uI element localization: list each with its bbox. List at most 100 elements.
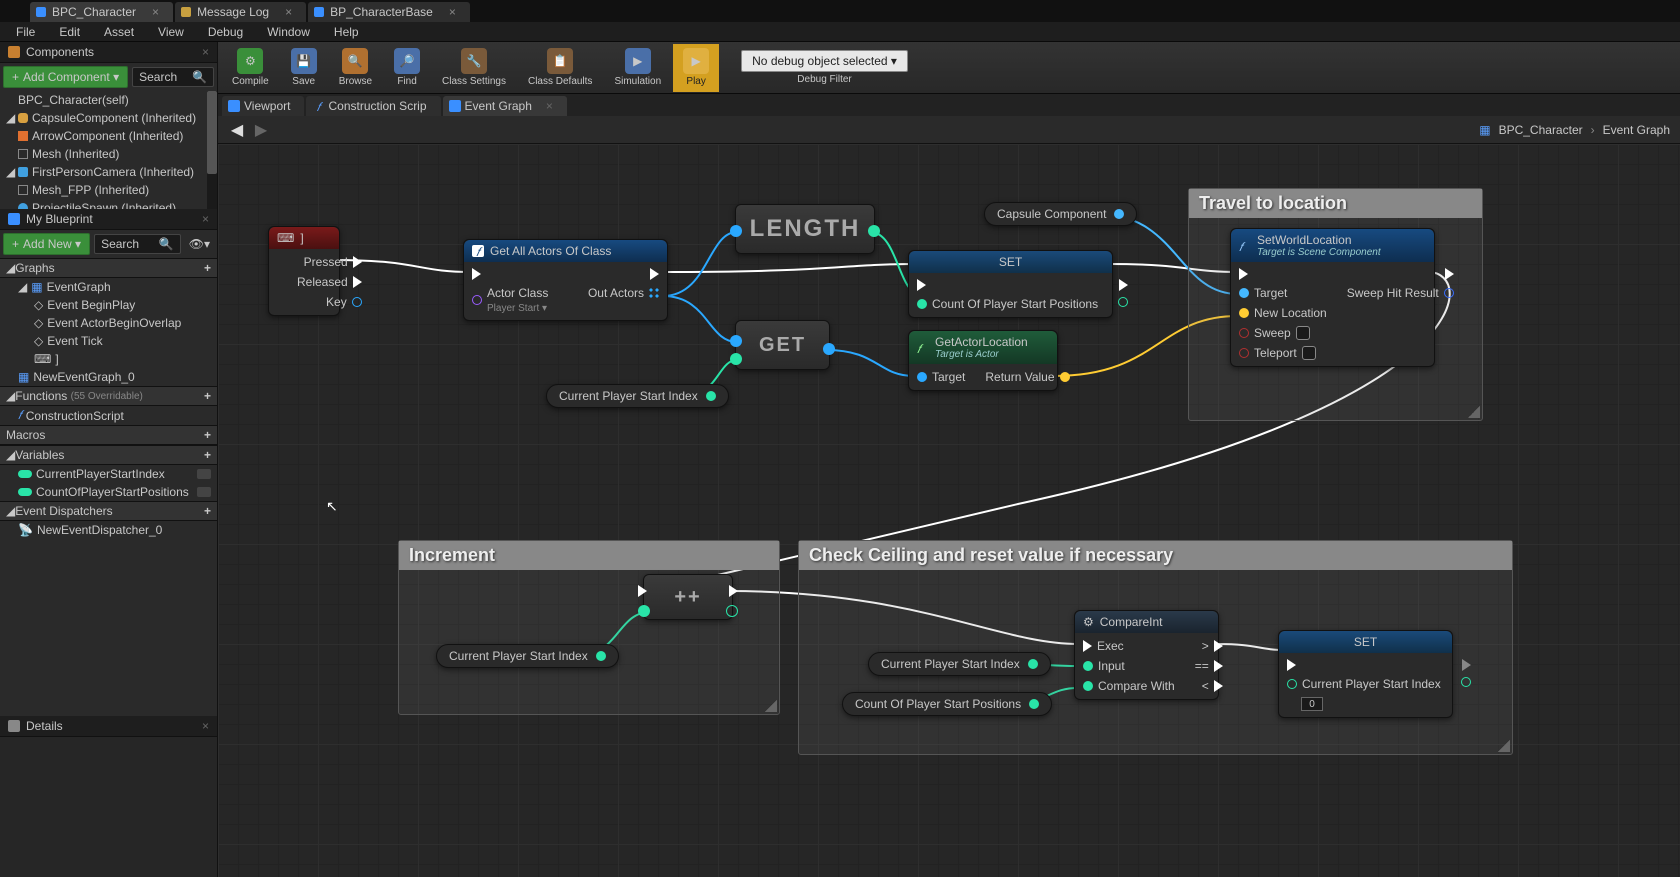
node-var-count-positions[interactable]: Count Of Player Start Positions (842, 692, 1052, 716)
find-button[interactable]: 🔎Find (384, 44, 430, 92)
var-count-positions[interactable]: CountOfPlayerStartPositions (0, 483, 217, 501)
pin-int-in[interactable] (638, 605, 650, 617)
menu-debug[interactable]: Debug (198, 23, 253, 41)
browse-button[interactable]: 🔍Browse (329, 44, 382, 92)
class-settings-button[interactable]: 🔧Class Settings (432, 44, 516, 92)
blueprint-search[interactable]: Search 🔍 (94, 234, 181, 254)
pin-value-in[interactable]: Count Of Player Start Positions (917, 297, 1098, 311)
components-search[interactable]: Search 🔍 (132, 67, 214, 87)
tab-bp-characterbase[interactable]: BP_CharacterBase × (308, 2, 470, 22)
pin-item-out[interactable] (823, 343, 835, 355)
compile-button[interactable]: ⚙Compile (222, 44, 279, 92)
pin-exec-out[interactable] (729, 585, 738, 597)
section-graphs[interactable]: ◢Graphs+ (0, 258, 217, 278)
dispatcher-new0[interactable]: 📡NewEventDispatcher_0 (0, 521, 217, 539)
menu-asset[interactable]: Asset (94, 23, 144, 41)
nav-forward[interactable]: ▶ (252, 121, 270, 139)
pin-exec-in[interactable]: Exec (1083, 639, 1175, 653)
node-header[interactable]: ⚙CompareInt (1075, 611, 1218, 633)
component-capsule[interactable]: ◢CapsuleComponent (Inherited) (0, 109, 217, 127)
pin-return[interactable]: Return Value (985, 370, 1069, 384)
pin-out[interactable] (706, 391, 716, 401)
tab-event-graph[interactable]: Event Graph× (443, 96, 567, 116)
class-defaults-button[interactable]: 📋Class Defaults (518, 44, 602, 92)
node-increment[interactable]: ++ (643, 574, 733, 620)
pin-int-out[interactable] (868, 225, 880, 237)
tree-scrollbar[interactable] (207, 91, 217, 209)
graph-new0[interactable]: ▦NewEventGraph_0 (0, 368, 217, 386)
close-icon[interactable]: × (546, 99, 553, 113)
visibility-toggle[interactable] (197, 469, 211, 479)
debug-object-select[interactable]: No debug object selected ▾ (741, 50, 908, 72)
pin-exec-out[interactable] (588, 268, 659, 280)
tab-viewport[interactable]: Viewport (222, 96, 304, 116)
save-button[interactable]: 💾Save (281, 44, 327, 92)
pin-key[interactable]: Key (297, 295, 362, 309)
comment-title[interactable]: Increment (399, 541, 779, 570)
pin-int-out[interactable] (726, 605, 738, 617)
graph-eventgraph[interactable]: ◢▦EventGraph (0, 278, 217, 296)
component-projectile[interactable]: ProjectileSpawn (Inherited) (0, 199, 217, 209)
breadcrumb-leaf[interactable]: Event Graph (1603, 123, 1670, 137)
close-icon[interactable]: × (449, 5, 456, 19)
menu-view[interactable]: View (148, 23, 194, 41)
graph-canvas[interactable]: Travel to location Increment Check Ceili… (218, 144, 1680, 877)
resize-handle[interactable] (1498, 740, 1510, 752)
view-options-icon[interactable]: 👁▾ (185, 237, 214, 251)
checkbox[interactable] (1302, 346, 1316, 360)
node-get-all-actors[interactable]: 𝑓Get All Actors Of Class Actor ClassPlay… (463, 239, 668, 321)
node-header[interactable]: 𝑓SetWorldLocationTarget is Scene Compone… (1231, 229, 1434, 262)
event-key[interactable]: ⌨] (0, 350, 217, 368)
component-self[interactable]: BPC_Character(self) (0, 91, 217, 109)
nav-back[interactable]: ◀ (228, 121, 246, 139)
close-icon[interactable]: × (202, 45, 209, 59)
scrollbar-thumb[interactable] (207, 91, 217, 174)
pin-out[interactable] (1114, 209, 1124, 219)
visibility-toggle[interactable] (197, 487, 211, 497)
comment-title[interactable]: Check Ceiling and reset value if necessa… (799, 541, 1512, 570)
event-beginplay[interactable]: ◇Event BeginPlay (0, 296, 217, 314)
pin-out[interactable] (1028, 659, 1038, 669)
menu-help[interactable]: Help (324, 23, 369, 41)
section-variables[interactable]: ◢Variables+ (0, 445, 217, 465)
pin-exec-out[interactable] (1118, 279, 1128, 291)
pin-out[interactable] (596, 651, 606, 661)
pin-new-location[interactable]: New Location (1239, 306, 1327, 320)
node-compare-int[interactable]: ⚙CompareInt Exec Input Compare With > ==… (1074, 610, 1219, 700)
pin-out-actors[interactable]: Out Actors (588, 286, 659, 300)
breadcrumb-root[interactable]: BPC_Character (1499, 123, 1583, 137)
menu-window[interactable]: Window (257, 23, 320, 41)
node-input-key[interactable]: ⌨] Pressed Released Key (268, 226, 340, 316)
component-mesh-fpp[interactable]: Mesh_FPP (Inherited) (0, 181, 217, 199)
pin-exec-in[interactable] (1239, 268, 1327, 280)
pin-exec-in[interactable] (917, 279, 1098, 291)
pin-out[interactable] (1029, 699, 1039, 709)
add-variable-button[interactable]: + (204, 448, 211, 462)
pin-actor-class[interactable]: Actor ClassPlayer Start ▾ (472, 286, 548, 314)
pin-array-in[interactable] (730, 225, 742, 237)
section-functions[interactable]: ◢Functions (55 Overridable)+ (0, 386, 217, 406)
node-set-count[interactable]: SET Count Of Player Start Positions (908, 250, 1113, 318)
comment-increment[interactable]: Increment (398, 540, 780, 715)
add-new-button[interactable]: + Add New ▾ (3, 233, 90, 255)
add-dispatcher-button[interactable]: + (204, 504, 211, 518)
add-graph-button[interactable]: + (204, 261, 211, 275)
pin-exec-in[interactable] (1287, 659, 1441, 671)
pin-equal[interactable]: == (1195, 659, 1223, 673)
pin-value-in[interactable]: Current Player Start Index (1287, 677, 1441, 691)
node-header[interactable]: 𝑓GetActorLocationTarget is Actor (909, 331, 1057, 364)
pin-target[interactable]: Target (1239, 286, 1327, 300)
components-panel-tab[interactable]: Components × (0, 42, 217, 63)
pin-index-in[interactable] (730, 353, 742, 365)
event-tick[interactable]: ◇Event Tick (0, 332, 217, 350)
pin-exec-in[interactable] (638, 585, 647, 597)
comment-title[interactable]: Travel to location (1189, 189, 1482, 218)
node-var-current-index[interactable]: Current Player Start Index (546, 384, 729, 408)
node-header[interactable]: SET (909, 251, 1112, 273)
section-macros[interactable]: Macros+ (0, 425, 217, 445)
pin-teleport[interactable]: Teleport (1239, 346, 1327, 360)
tab-bpc-character[interactable]: BPC_Character × (30, 2, 173, 22)
event-overlap[interactable]: ◇Event ActorBeginOverlap (0, 314, 217, 332)
pin-target[interactable]: Target (917, 370, 965, 384)
node-set-current-index[interactable]: SET Current Player Start Index 0 (1278, 630, 1453, 718)
